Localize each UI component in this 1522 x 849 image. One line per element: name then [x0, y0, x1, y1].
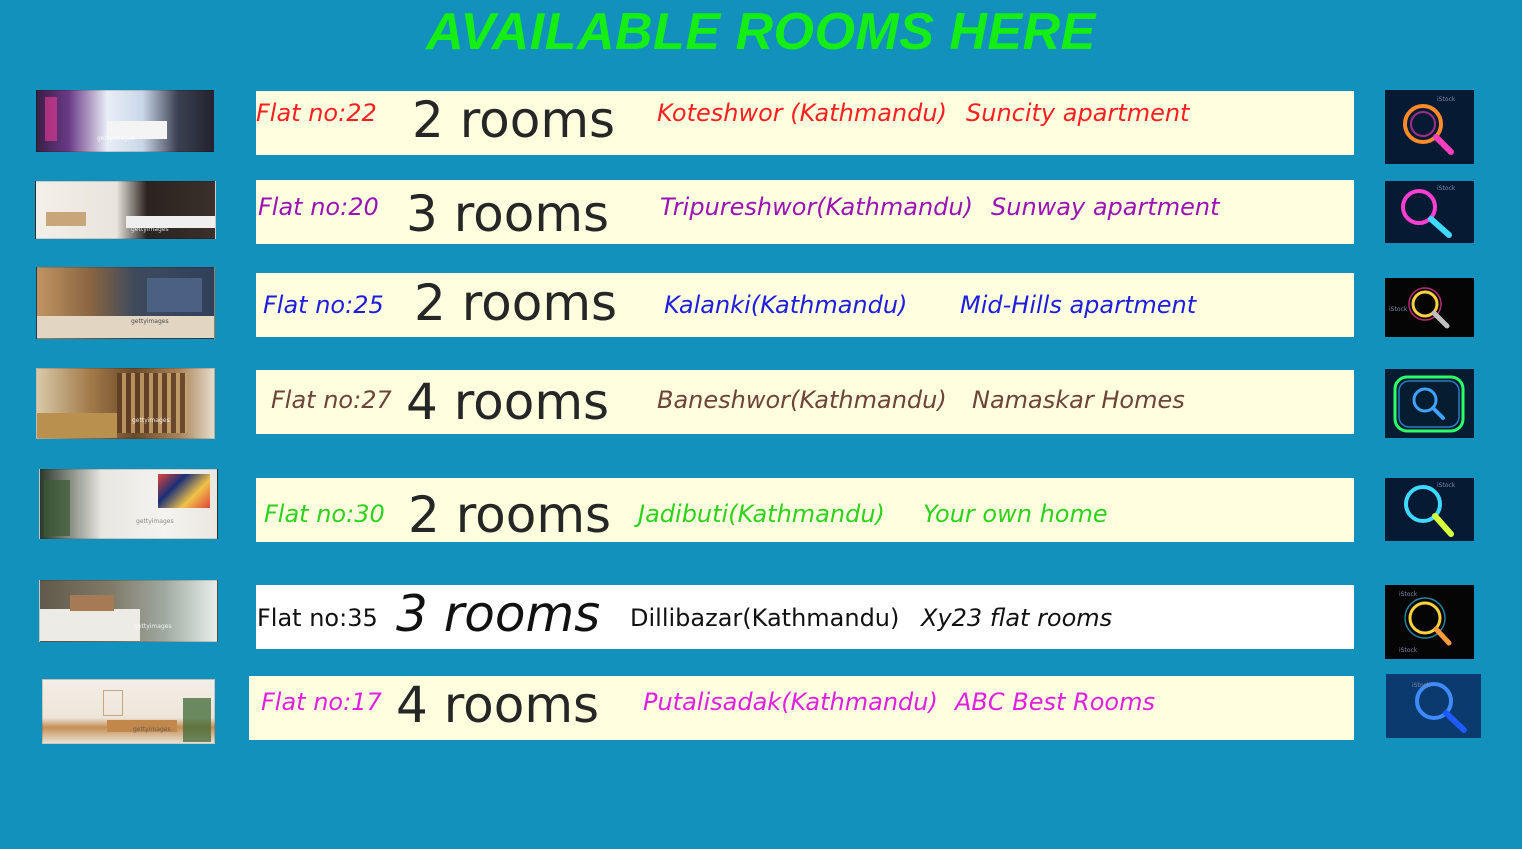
icon-watermark: iStock — [1437, 482, 1456, 489]
room-photo[interactable]: gettyimages — [36, 368, 215, 439]
room-count: 4 rooms — [396, 676, 600, 734]
room-photo[interactable]: gettyimages — [42, 679, 215, 744]
search-icon[interactable]: iStock iStock — [1385, 585, 1474, 659]
flat-number: Flat no:27 — [271, 386, 392, 414]
room-photo[interactable]: gettyimages — [39, 469, 218, 539]
icon-watermark: iStock — [1412, 682, 1431, 689]
photo-watermark: gettyimages — [131, 318, 169, 325]
search-icon[interactable]: iStock — [1385, 278, 1474, 337]
photo-watermark: gettyimages — [132, 417, 170, 424]
apartment-name: Sunway apartment — [991, 193, 1220, 221]
flat-number: Flat no:25 — [263, 291, 384, 319]
flat-number: Flat no:17 — [261, 688, 382, 716]
listing-bar[interactable]: Flat no:20 3 rooms Tripureshwor(Kathmand… — [256, 180, 1354, 244]
photo-watermark: gettyimages — [134, 623, 172, 630]
room-count: 2 rooms — [412, 91, 616, 149]
search-icon[interactable]: iStock — [1385, 478, 1474, 541]
apartment-name: Mid-Hills apartment — [960, 291, 1197, 319]
flat-number: Flat no:35 — [257, 604, 378, 632]
listing-bar[interactable]: Flat no:35 3 rooms Dillibazar(Kathmandu)… — [256, 585, 1354, 649]
icon-watermark: iStock — [1437, 96, 1456, 103]
listing-bar[interactable]: Flat no:30 2 rooms Jadibuti(Kathmandu) Y… — [256, 478, 1354, 544]
search-icon[interactable]: iStock — [1385, 90, 1474, 164]
location: Koteshwor (Kathmandu) — [657, 99, 947, 127]
icon-watermark: iStock — [1389, 306, 1408, 313]
page-title: AVAILABLE ROOMS HERE — [426, 3, 1096, 61]
search-icon[interactable]: iStock — [1386, 674, 1481, 738]
apartment-name: Suncity apartment — [966, 99, 1190, 127]
apartment-name: Your own home — [923, 500, 1108, 528]
room-count: 4 rooms — [406, 373, 610, 431]
room-photo[interactable]: gettyimages — [35, 181, 216, 239]
icon-watermark: iStock — [1399, 591, 1418, 598]
photo-watermark: gettyimages — [133, 726, 171, 733]
apartment-name: Namaskar Homes — [972, 386, 1185, 414]
location: Baneshwor(Kathmandu) — [657, 386, 947, 414]
listing-bar[interactable]: Flat no:17 4 rooms Putalisadak(Kathmandu… — [249, 676, 1354, 740]
photo-watermark: gettyimages — [136, 518, 174, 525]
room-count: 3 rooms — [396, 585, 601, 643]
room-photo[interactable]: gettyimages — [36, 267, 215, 339]
location: Tripureshwor(Kathmandu) — [660, 193, 973, 221]
location: Putalisadak(Kathmandu) — [643, 688, 938, 716]
search-icon[interactable]: iStock — [1385, 181, 1474, 243]
flat-number: Flat no:22 — [256, 99, 377, 127]
apartment-name: Xy23 flat rooms — [921, 604, 1113, 632]
location: Dillibazar(Kathmandu) — [630, 604, 900, 632]
room-count: 3 rooms — [406, 185, 610, 243]
listing-bar[interactable]: Flat no:22 2 rooms Koteshwor (Kathmandu)… — [256, 91, 1354, 155]
icon-watermark: iStock — [1399, 647, 1418, 654]
apartment-name: ABC Best Rooms — [955, 688, 1155, 716]
listing-bar[interactable]: Flat no:25 2 rooms Kalanki(Kathmandu) Mi… — [256, 273, 1354, 337]
search-icon[interactable] — [1385, 369, 1474, 438]
room-photo[interactable]: gettyimages — [39, 580, 218, 642]
listing-bar[interactable]: Flat no:27 4 rooms Baneshwor(Kathmandu) … — [256, 370, 1354, 434]
room-count: 2 rooms — [408, 486, 612, 544]
location: Jadibuti(Kathmandu) — [638, 500, 885, 528]
room-count: 2 rooms — [414, 274, 618, 332]
photo-watermark: gettyimages — [97, 135, 135, 142]
location: Kalanki(Kathmandu) — [664, 291, 908, 319]
flat-number: Flat no:20 — [258, 193, 379, 221]
icon-watermark: iStock — [1437, 185, 1456, 192]
room-photo[interactable]: gettyimages — [36, 90, 214, 152]
flat-number: Flat no:30 — [264, 500, 385, 528]
photo-watermark: gettyimages — [131, 226, 169, 233]
